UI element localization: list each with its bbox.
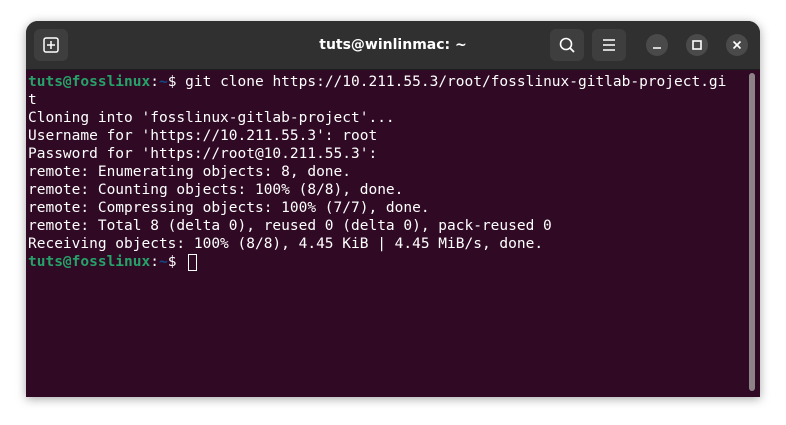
- command-line: tuts@fosslinux:~$ git clone https://10.2…: [28, 73, 726, 91]
- prompt-symbol: $: [167, 254, 186, 270]
- prompt-path: ~: [158, 74, 168, 90]
- prompt-colon: :: [150, 74, 159, 90]
- prompt-path: ~: [158, 254, 168, 270]
- new-tab-icon: [43, 37, 59, 53]
- menu-button[interactable]: [592, 29, 626, 61]
- minimize-icon: [653, 47, 661, 49]
- output-line: Username for 'https://10.211.55.3': root: [28, 128, 378, 144]
- output-line: remote: Counting objects: 100% (8/8), do…: [28, 182, 404, 198]
- close-button[interactable]: [726, 34, 748, 56]
- output-line: remote: Enumerating objects: 8, done.: [28, 164, 352, 180]
- command-wrap-line: t: [28, 92, 37, 108]
- prompt-colon: :: [150, 254, 159, 270]
- window-title: tuts@winlinmac: ~: [319, 37, 467, 53]
- output-line: Password for 'https://root@10.211.55.3':: [28, 146, 378, 162]
- close-icon: [732, 40, 742, 50]
- prompt-user-host: tuts@fosslinux: [28, 74, 151, 90]
- output-line: Cloning into 'fosslinux-gitlab-project'.…: [28, 110, 395, 126]
- output-line: Receiving objects: 100% (8/8), 4.45 KiB …: [28, 236, 544, 252]
- search-icon: [559, 37, 575, 53]
- scrollbar[interactable]: [749, 73, 755, 391]
- output-line: remote: Total 8 (delta 0), reused 0 (del…: [28, 218, 552, 234]
- text-cursor: [188, 254, 197, 271]
- prompt-user-host: tuts@fosslinux: [28, 254, 151, 270]
- minimize-button[interactable]: [646, 34, 668, 56]
- current-prompt-line: tuts@fosslinux:~$: [28, 253, 185, 271]
- terminal-window: tuts@winlinmac: ~ tuts@fosslinux:~$ git …: [26, 21, 760, 397]
- command-text: git clone https://10.211.55.3/root/fossl…: [176, 74, 727, 90]
- new-tab-button[interactable]: [34, 29, 68, 61]
- maximize-button[interactable]: [686, 34, 708, 56]
- search-button[interactable]: [550, 29, 584, 61]
- maximize-icon: [692, 40, 702, 50]
- title-bar: tuts@winlinmac: ~: [26, 21, 760, 70]
- output-line: remote: Compressing objects: 100% (7/7),…: [28, 200, 430, 216]
- hamburger-menu-icon: [603, 39, 615, 51]
- terminal-area[interactable]: tuts@fosslinux:~$ git clone https://10.2…: [26, 70, 760, 397]
